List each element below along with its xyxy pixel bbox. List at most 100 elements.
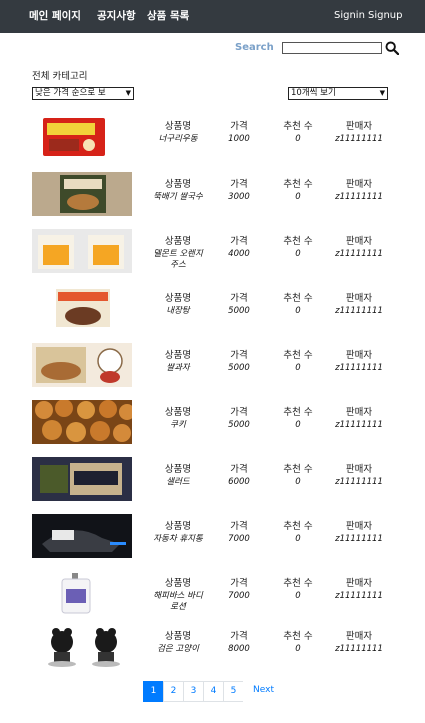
product-recommend-count: 0 [295, 363, 301, 373]
product-thumbnail[interactable] [32, 114, 132, 158]
product-price: 5000 [228, 363, 250, 373]
product-row[interactable]: 상품명 가격 추천 수 판매자 자동차 휴지통 7000 0 z11111111 [0, 514, 425, 570]
product-recommend-count: 0 [295, 534, 301, 544]
column-header-name: 상품명 [164, 121, 192, 132]
nav-signup-link[interactable]: Signup [368, 9, 403, 23]
column-header-seller: 판매자 [345, 293, 373, 304]
column-header-price: 가격 [230, 521, 248, 532]
product-seller: z11111111 [335, 644, 383, 654]
product-name[interactable]: 샐러드 [150, 477, 206, 488]
nav-home-link[interactable]: 메인 페이지 [29, 9, 81, 23]
column-header-name: 상품명 [164, 350, 192, 361]
product-row[interactable]: 상품명 가격 추천 수 판매자 내장탕 5000 0 z11111111 [0, 286, 425, 342]
product-thumbnail[interactable] [32, 343, 132, 387]
product-row[interactable]: 상품명 가격 추천 수 판매자 뚝배기 쌀국수 3000 0 z11111111 [0, 172, 425, 228]
nav-signin-link[interactable]: Signin [334, 9, 365, 23]
column-header-price: 가격 [230, 293, 248, 304]
product-price: 7000 [228, 591, 250, 601]
column-header-recommend: 추천 수 [283, 121, 313, 132]
product-seller: z11111111 [335, 420, 383, 430]
product-row[interactable]: 상품명 가격 추천 수 판매자 너구리우동 1000 0 z11111111 [0, 114, 425, 170]
next-page-link[interactable]: Next [243, 681, 279, 702]
page-link-4[interactable]: 4 [203, 681, 224, 702]
product-recommend-count: 0 [295, 420, 301, 430]
product-price: 4000 [228, 249, 250, 259]
column-header-price: 가격 [230, 236, 248, 247]
column-header-seller: 판매자 [345, 236, 373, 247]
page-link-2[interactable]: 2 [163, 681, 184, 702]
product-price: 5000 [228, 420, 250, 430]
sort-select-value: 낮은 가격 순으로 보 [35, 88, 106, 98]
product-seller: z11111111 [335, 534, 383, 544]
column-header-name: 상품명 [164, 236, 192, 247]
product-name[interactable]: 자동차 휴지통 [150, 534, 206, 545]
product-name[interactable]: 델몬트 오렌지 주스 [150, 249, 206, 271]
product-price: 3000 [228, 192, 250, 202]
column-header-name: 상품명 [164, 521, 192, 532]
column-header-recommend: 추천 수 [283, 631, 313, 642]
product-recommend-count: 0 [295, 192, 301, 202]
product-name[interactable]: 너구리우동 [150, 134, 206, 145]
column-header-seller: 판매자 [345, 578, 373, 589]
product-name[interactable]: 해피바스 바디로션 [150, 591, 206, 613]
nav-products-link[interactable]: 상품 목록 [147, 9, 189, 23]
dropdown-arrow-icon: ▼ [379, 89, 385, 97]
page-link-5[interactable]: 5 [223, 681, 244, 702]
product-seller: z11111111 [335, 591, 383, 601]
product-row[interactable]: 상품명 가격 추천 수 판매자 검은 고양이 8000 0 z11111111 [0, 624, 425, 680]
pagination: 1 2 3 4 5 Next [143, 681, 279, 702]
column-header-price: 가격 [230, 179, 248, 190]
top-navbar: 메인 페이지 공지사항 상품 목록 Signin Signup [0, 0, 425, 33]
column-header-recommend: 추천 수 [283, 464, 313, 475]
product-seller: z11111111 [335, 363, 383, 373]
product-name[interactable]: 뚝배기 쌀국수 [150, 192, 206, 203]
page-link-3[interactable]: 3 [183, 681, 204, 702]
product-name[interactable]: 내장탕 [150, 306, 206, 317]
product-row[interactable]: 상품명 가격 추천 수 판매자 쿠키 5000 0 z11111111 [0, 400, 425, 456]
page-size-select-value: 10개씩 보기 [291, 88, 336, 98]
product-name[interactable]: 쿠키 [150, 420, 206, 431]
product-thumbnail[interactable] [32, 286, 132, 330]
product-row[interactable]: 상품명 가격 추천 수 판매자 쌀과자 5000 0 z11111111 [0, 343, 425, 399]
product-name[interactable]: 쌀과자 [150, 363, 206, 374]
product-thumbnail[interactable] [32, 571, 132, 615]
product-thumbnail[interactable] [32, 624, 132, 668]
product-recommend-count: 0 [295, 644, 301, 654]
product-thumbnail[interactable] [32, 229, 132, 273]
sort-select[interactable]: 낮은 가격 순으로 보 ▼ [32, 87, 134, 100]
column-header-recommend: 추천 수 [283, 350, 313, 361]
product-seller: z11111111 [335, 134, 383, 144]
column-header-recommend: 추천 수 [283, 236, 313, 247]
search-input[interactable] [282, 42, 382, 54]
product-row[interactable]: 상품명 가격 추천 수 판매자 해피바스 바디로션 7000 0 z111111… [0, 571, 425, 627]
column-header-recommend: 추천 수 [283, 521, 313, 532]
column-header-name: 상품명 [164, 293, 192, 304]
product-recommend-count: 0 [295, 306, 301, 316]
nav-notice-link[interactable]: 공지사항 [97, 9, 136, 23]
product-seller: z11111111 [335, 477, 383, 487]
column-header-seller: 판매자 [345, 350, 373, 361]
product-name[interactable]: 검은 고양이 [150, 644, 206, 655]
column-header-price: 가격 [230, 407, 248, 418]
product-price: 5000 [228, 306, 250, 316]
product-recommend-count: 0 [295, 249, 301, 259]
column-header-recommend: 추천 수 [283, 293, 313, 304]
product-seller: z11111111 [335, 192, 383, 202]
search-icon[interactable] [385, 41, 399, 55]
column-header-name: 상품명 [164, 464, 192, 475]
page-link-1[interactable]: 1 [143, 681, 164, 702]
column-header-price: 가격 [230, 578, 248, 589]
page-size-select[interactable]: 10개씩 보기 ▼ [288, 87, 388, 100]
column-header-price: 가격 [230, 464, 248, 475]
product-row[interactable]: 상품명 가격 추천 수 판매자 샐러드 6000 0 z11111111 [0, 457, 425, 513]
product-thumbnail[interactable] [32, 514, 132, 558]
column-header-name: 상품명 [164, 179, 192, 190]
column-header-price: 가격 [230, 631, 248, 642]
column-header-recommend: 추천 수 [283, 578, 313, 589]
product-thumbnail[interactable] [32, 400, 132, 444]
product-row[interactable]: 상품명 가격 추천 수 판매자 델몬트 오렌지 주스 4000 0 z11111… [0, 229, 425, 285]
product-seller: z11111111 [335, 306, 383, 316]
product-thumbnail[interactable] [32, 172, 132, 216]
product-thumbnail[interactable] [32, 457, 132, 501]
product-recommend-count: 0 [295, 477, 301, 487]
